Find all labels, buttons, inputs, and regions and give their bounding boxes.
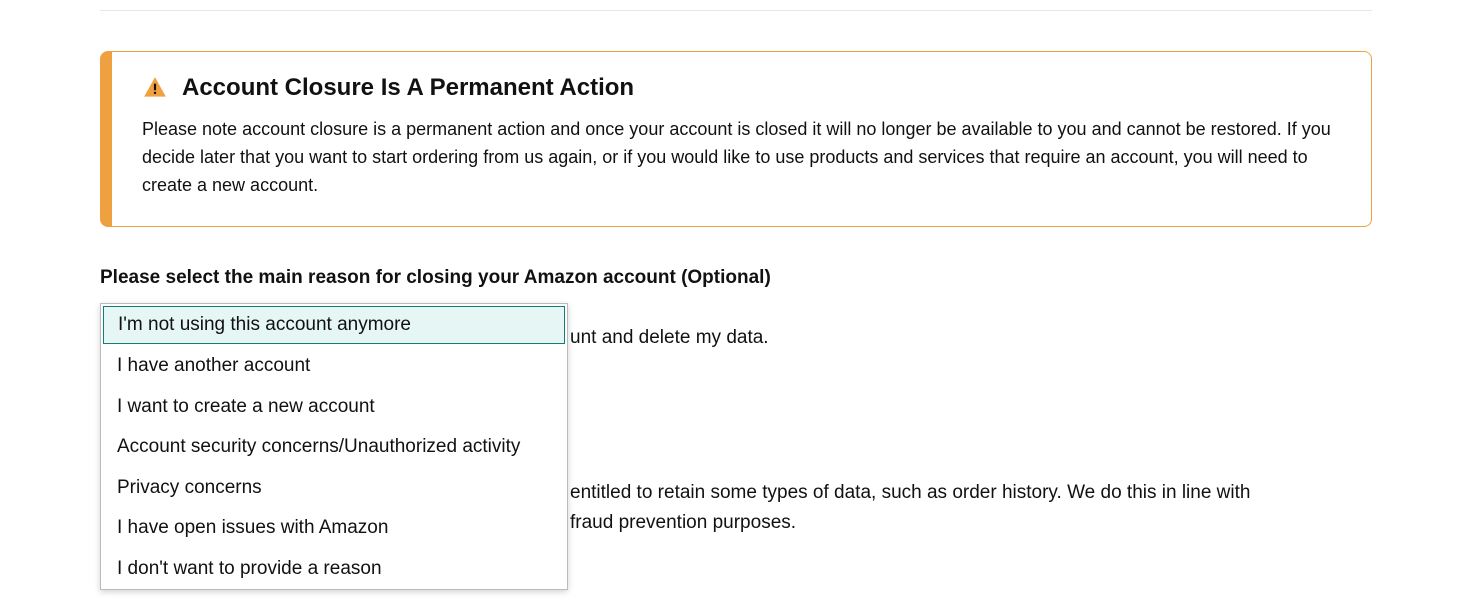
dropdown-option-security[interactable]: Account security concerns/Unauthorized a…	[101, 427, 567, 468]
dropdown-option-new-account[interactable]: I want to create a new account	[101, 387, 567, 428]
dropdown-option-open-issues[interactable]: I have open issues with Amazon	[101, 508, 567, 549]
dropdown-option-privacy[interactable]: Privacy concerns	[101, 468, 567, 509]
retention-note-fragment-1: entitled to retain some types of data, s…	[570, 478, 1250, 507]
dropdown-option-no-reason[interactable]: I don't want to provide a reason	[101, 549, 567, 590]
alert-title: Account Closure Is A Permanent Action	[182, 74, 634, 102]
dropdown-option-another-account[interactable]: I have another account	[101, 346, 567, 387]
dropdown-label: Please select the main reason for closin…	[100, 267, 1372, 289]
alert-body: Please note account closure is a permane…	[142, 116, 1341, 200]
reason-section: Please select the main reason for closin…	[100, 267, 1372, 289]
permanent-action-alert: Account Closure Is A Permanent Action Pl…	[100, 51, 1372, 227]
reason-dropdown-list[interactable]: I'm not using this account anymore I hav…	[100, 303, 568, 591]
top-divider	[100, 10, 1372, 11]
checkbox-label-fragment: unt and delete my data.	[570, 327, 769, 349]
dropdown-option-not-using[interactable]: I'm not using this account anymore	[103, 306, 565, 345]
alert-header: Account Closure Is A Permanent Action	[142, 74, 1341, 102]
retention-note-fragment-2: fraud prevention purposes.	[570, 508, 796, 537]
warning-icon	[142, 75, 168, 101]
